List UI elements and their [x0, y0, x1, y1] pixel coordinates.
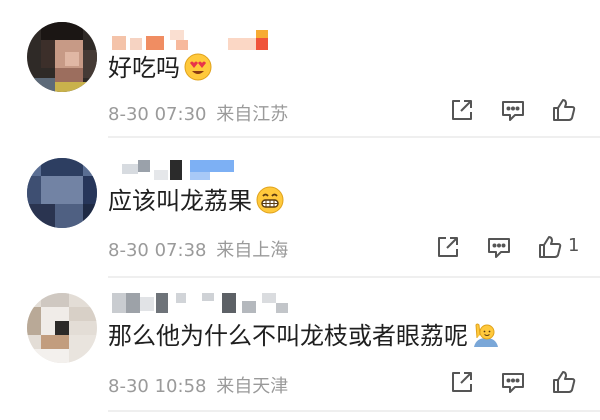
comment-text: 那么他为什么不叫龙枝或者眼荔呢	[108, 321, 500, 356]
comment-meta: 8-30 10:58 来自天津	[108, 372, 288, 398]
username-blurred[interactable]	[112, 160, 252, 182]
comment-text-content: 那么他为什么不叫龙枝或者眼荔呢	[108, 322, 468, 350]
like-icon[interactable]	[550, 96, 578, 124]
raising-hand-emoji-icon	[472, 321, 500, 356]
comment-time: 10:58	[154, 376, 207, 397]
share-icon[interactable]	[434, 233, 462, 261]
reply-icon[interactable]	[499, 368, 527, 396]
comment-meta: 8-30 07:38 来自上海	[108, 236, 288, 262]
comment-meta: 8-30 07:30 来自江苏	[108, 100, 288, 126]
comment-time: 07:38	[154, 240, 207, 261]
comment-actions: 1	[434, 233, 594, 261]
heart-eyes-emoji-icon	[184, 53, 212, 88]
share-icon[interactable]	[448, 368, 476, 396]
like-icon[interactable]	[550, 368, 578, 396]
comment-location: 来自江苏	[216, 104, 289, 125]
divider	[108, 410, 600, 412]
divider	[108, 276, 600, 278]
like-icon[interactable]: 1	[536, 233, 579, 261]
comment-date: 8-30	[108, 240, 149, 261]
comment-date: 8-30	[108, 376, 149, 397]
comment-text-content: 好吃吗	[108, 54, 180, 82]
avatar[interactable]	[27, 293, 97, 363]
username-blurred[interactable]	[112, 293, 292, 315]
reply-icon[interactable]	[499, 96, 527, 124]
grinning-emoji-icon	[256, 186, 284, 221]
avatar[interactable]	[27, 22, 97, 92]
comment-location: 来自上海	[216, 240, 289, 261]
share-icon[interactable]	[448, 96, 476, 124]
reply-icon[interactable]	[485, 233, 513, 261]
divider	[108, 136, 600, 138]
avatar[interactable]	[27, 158, 97, 228]
username-blurred[interactable]	[112, 30, 282, 52]
comment-text: 应该叫龙荔果	[108, 186, 284, 221]
comment-actions	[448, 96, 588, 124]
comment-text-content: 应该叫龙荔果	[108, 187, 252, 215]
comment-text: 好吃吗	[108, 53, 212, 88]
comment-actions	[448, 368, 588, 396]
comment-time: 07:30	[154, 104, 207, 125]
like-count: 1	[568, 235, 580, 256]
comment-location: 来自天津	[216, 376, 289, 397]
comment-date: 8-30	[108, 104, 149, 125]
